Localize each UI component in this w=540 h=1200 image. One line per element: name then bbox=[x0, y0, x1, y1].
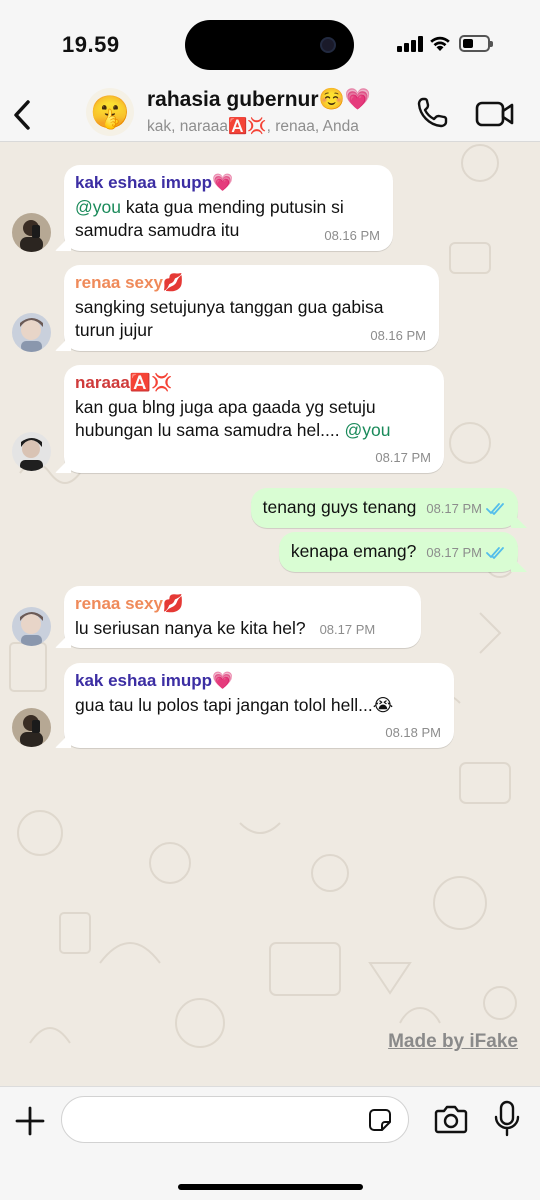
phone-icon[interactable] bbox=[415, 96, 449, 130]
avatar[interactable] bbox=[12, 607, 51, 646]
group-title[interactable]: rahasia gubernur☺️💗 bbox=[147, 88, 371, 112]
status-bar: 19.59 bbox=[0, 0, 540, 88]
mention-link[interactable]: @you bbox=[75, 197, 121, 217]
dynamic-island bbox=[185, 20, 354, 70]
status-time: 19.59 bbox=[62, 32, 120, 57]
avatar[interactable] bbox=[12, 313, 51, 352]
message-bubble[interactable]: renaa sexy💋 sangking setujunya tanggan g… bbox=[64, 265, 439, 351]
cellular-signal-icon bbox=[397, 36, 424, 52]
message-time: 08.17 PM bbox=[319, 622, 376, 637]
message-bubble[interactable]: kak eshaa imupp💗 gua tau lu polos tapi j… bbox=[64, 663, 454, 748]
message-time: 08.18 PM bbox=[385, 725, 441, 740]
group-avatar[interactable]: 🤫 bbox=[86, 88, 134, 136]
watermark-link[interactable]: Made by iFake bbox=[388, 1031, 518, 1053]
message-bubble[interactable]: renaa sexy💋 lu seriusan nanya ke kita he… bbox=[64, 586, 421, 648]
avatar[interactable] bbox=[12, 432, 51, 471]
message-text: kenapa emang? bbox=[290, 541, 417, 561]
message-sender: renaa sexy💋 bbox=[75, 594, 185, 613]
message-bubble[interactable]: naraaa🅰️💢 kan gua blng juga apa gaada yg… bbox=[64, 365, 444, 473]
message-text: lu seriusan nanya ke kita hel? 08.17 PM bbox=[75, 618, 376, 638]
message-bubble-outgoing[interactable]: tenang guys tenang 08.17 PM bbox=[250, 488, 518, 528]
back-chevron-icon[interactable] bbox=[10, 96, 36, 134]
double-check-icon bbox=[486, 547, 504, 559]
avatar[interactable] bbox=[12, 213, 51, 252]
camera-icon[interactable] bbox=[434, 1104, 468, 1134]
sticker-icon[interactable] bbox=[368, 1108, 392, 1132]
avatar[interactable] bbox=[12, 708, 51, 747]
video-icon[interactable] bbox=[475, 98, 515, 130]
message-time: 08.16 PM bbox=[370, 328, 426, 343]
mention-link[interactable]: @you bbox=[344, 420, 390, 440]
group-members[interactable]: kak, naraaa🅰️💢, renaa, Anda bbox=[147, 117, 359, 136]
composer-bar bbox=[0, 1086, 540, 1200]
wifi-icon bbox=[430, 36, 450, 51]
message-input[interactable] bbox=[61, 1096, 409, 1143]
message-text: kan gua blng juga apa gaada yg setuju hu… bbox=[75, 397, 391, 440]
front-camera-icon bbox=[320, 37, 336, 53]
message-bubble[interactable]: kak eshaa imupp💗 @you kata gua mending p… bbox=[64, 165, 393, 251]
message-time: 08.16 PM bbox=[324, 228, 380, 243]
home-indicator[interactable] bbox=[178, 1184, 363, 1190]
battery-icon bbox=[459, 35, 493, 52]
message-time: 08.17 PM bbox=[426, 501, 482, 516]
message-sender: renaa sexy💋 bbox=[75, 273, 185, 292]
message-sender: kak eshaa imupp💗 bbox=[75, 173, 234, 192]
double-check-icon bbox=[486, 503, 504, 515]
chat-area[interactable]: kak eshaa imupp💗 @you kata gua mending p… bbox=[0, 143, 540, 1086]
message-text: gua tau lu polos tapi jangan tolol hell.… bbox=[75, 695, 394, 715]
message-text: tenang guys tenang bbox=[262, 497, 417, 517]
message-time: 08.17 PM bbox=[426, 545, 482, 560]
chat-header: 🤫 rahasia gubernur☺️💗 kak, naraaa🅰️💢, re… bbox=[0, 88, 540, 142]
message-sender: kak eshaa imupp💗 bbox=[75, 671, 234, 690]
plus-icon[interactable] bbox=[14, 1105, 46, 1137]
message-bubble-outgoing[interactable]: kenapa emang? 08.17 PM bbox=[278, 532, 518, 572]
message-time: 08.17 PM bbox=[375, 450, 431, 465]
microphone-icon[interactable] bbox=[494, 1100, 520, 1138]
message-sender: naraaa🅰️💢 bbox=[75, 373, 173, 392]
